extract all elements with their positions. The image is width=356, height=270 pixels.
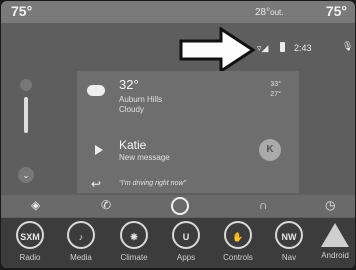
nav-icon: NW (275, 221, 303, 249)
infotainment-screen: 75° 28°out. 75° ▿◢ 2:43 🎙 ⌄ 32° Auburn H… (1, 1, 355, 268)
battery-icon (280, 42, 285, 52)
android-label: Android (321, 251, 349, 260)
android-auto-icon (321, 223, 349, 247)
climate-icon: ❋ (120, 221, 148, 249)
apps-button[interactable]: U Apps (164, 221, 208, 262)
navigation-icon[interactable]: ◈ (31, 198, 40, 212)
headphones-icon[interactable]: ∩ (259, 198, 268, 212)
controls-icon: ✋ (224, 221, 252, 249)
uconnect-bar: SXM Radio ♪ Media ❋ Climate U Apps ✋ Con… (1, 218, 355, 268)
nav-button[interactable]: NW Nav (267, 221, 311, 262)
climate-bar: 75° 28°out. 75° (1, 1, 355, 23)
scroll-down-button[interactable]: ⌄ (18, 167, 34, 183)
apps-label: Apps (176, 253, 196, 262)
microphone-icon[interactable]: 🎙 (342, 41, 353, 52)
callout-arrow-icon (179, 27, 256, 73)
nav-label: Nav (281, 253, 297, 262)
media-label: Media (70, 253, 92, 262)
reply-text: "I'm driving right now" (119, 180, 186, 187)
reply-icon: ↩ (91, 177, 102, 191)
android-nav-bar: ◈ ✆ ∩ ◷ (1, 195, 355, 217)
outside-temp-value: 28° (255, 7, 271, 18)
scrollbar[interactable] (24, 97, 28, 133)
radio-icon: SXM (16, 221, 44, 249)
controls-button[interactable]: ✋ Controls (216, 221, 260, 262)
climate-label: Climate (120, 253, 148, 262)
overview-cards: 32° Auburn Hills Cloudy 33° 27° Katie Ne… (77, 71, 299, 193)
outside-temp: 28°out. (255, 7, 283, 18)
media-icon: ♪ (67, 221, 95, 249)
radio-button[interactable]: SXM Radio (8, 221, 52, 262)
signal-icon: ▿◢ (257, 43, 269, 53)
android-button[interactable]: Android (313, 221, 355, 260)
reply-card[interactable]: ↩ "I'm driving right now" (77, 71, 299, 193)
scroll-up-button[interactable] (20, 79, 32, 91)
home-icon[interactable] (171, 197, 189, 215)
status-time: 2:43 (294, 43, 312, 53)
phone-icon[interactable]: ✆ (101, 198, 111, 212)
climate-button[interactable]: ❋ Climate (112, 221, 156, 262)
clock-icon[interactable]: ◷ (325, 198, 335, 212)
driver-temp[interactable]: 75° (11, 3, 32, 19)
controls-label: Controls (223, 253, 253, 262)
media-button[interactable]: ♪ Media (59, 221, 103, 262)
apps-icon: U (172, 221, 200, 249)
passenger-temp[interactable]: 75° (326, 3, 347, 19)
outside-temp-label: out. (270, 8, 284, 17)
radio-label: Radio (19, 253, 41, 262)
